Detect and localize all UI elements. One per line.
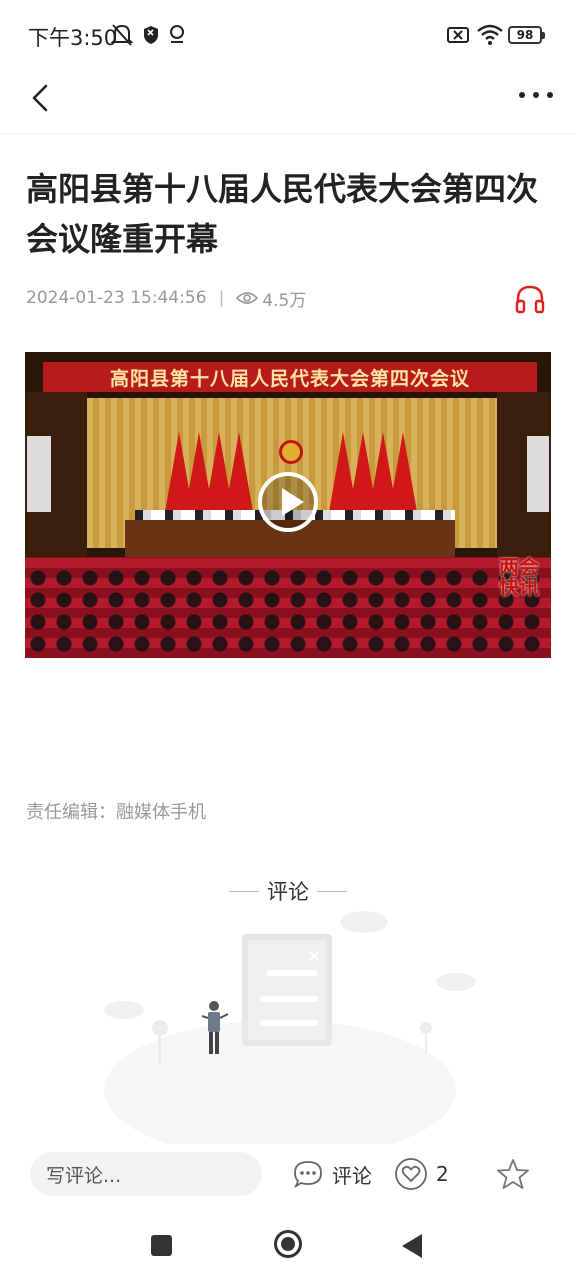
publish-date: 2024-01-23 15:44:56 <box>26 288 207 308</box>
battery-icon: 98 <box>508 26 545 44</box>
chevron-left-icon[interactable] <box>22 78 58 118</box>
wifi-icon <box>477 24 503 45</box>
home-icon[interactable] <box>274 1230 302 1258</box>
eye-icon <box>236 292 259 304</box>
view-count-value: 4.5万 <box>262 290 307 311</box>
comment-bubble-icon <box>294 1161 322 1189</box>
play-icon[interactable] <box>258 472 318 532</box>
article-meta: 2024-01-23 15:44:56 | 4.5万 <box>26 286 306 311</box>
responsible-editor: 责任编辑：融媒体手机 <box>26 802 206 823</box>
status-time: 下午3:50 <box>28 26 118 50</box>
sim-error-icon <box>447 27 469 43</box>
like-count: 2 <box>436 1162 449 1186</box>
like-button[interactable]: 2 <box>394 1152 449 1196</box>
nav-bar <box>0 72 576 134</box>
video-player[interactable]: 高阳县第十八届人民代表大会第四次会议 两会快讯 <box>25 352 551 658</box>
write-comment-placeholder: 写评论... <box>46 1164 122 1187</box>
comment-button-label: 评论 <box>332 1163 372 1188</box>
view-count: 4.5万 <box>236 286 306 311</box>
back-triangle-icon[interactable] <box>402 1234 422 1258</box>
battery-level: 98 <box>516 28 534 42</box>
bottom-toolbar: 写评论... 评论 2 <box>0 1144 576 1208</box>
favorite-button[interactable] <box>496 1152 538 1196</box>
mute-bell-icon <box>110 24 134 46</box>
star-icon <box>497 1159 529 1189</box>
empty-comments-illustration <box>104 911 476 1150</box>
national-emblem <box>279 440 303 464</box>
video-stamp: 两会快讯 <box>499 555 539 599</box>
meta-separator: | <box>218 288 225 308</box>
write-comment-input[interactable]: 写评论... <box>30 1152 262 1196</box>
recents-icon[interactable] <box>151 1235 172 1256</box>
shield-icon <box>144 26 158 44</box>
heart-icon <box>395 1158 427 1190</box>
system-nav-bar <box>0 1212 576 1280</box>
article-title: 高阳县第十八届人民代表大会第四次会议隆重开幕 <box>26 170 539 258</box>
more-dots-icon[interactable] <box>516 80 556 110</box>
status-bar: 下午3:50 98 <box>0 0 576 72</box>
video-banner: 高阳县第十八届人民代表大会第四次会议 <box>43 362 537 392</box>
location-badge-icon <box>170 25 184 43</box>
headphone-icon[interactable] <box>514 283 546 315</box>
comment-button[interactable]: 评论 <box>292 1152 372 1196</box>
